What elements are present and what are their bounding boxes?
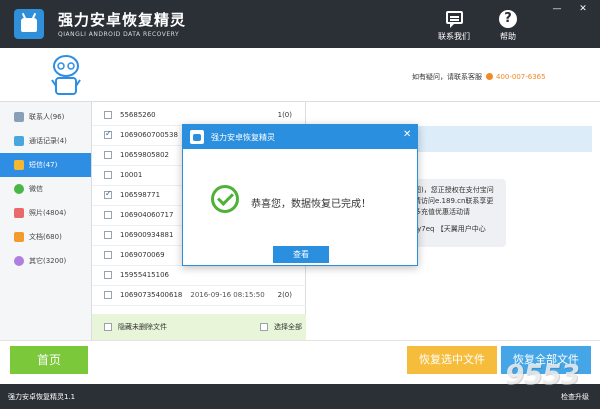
window-close-button[interactable]: ✕: [577, 4, 589, 14]
dialog-message: 恭喜您，数据恢复已完成！: [251, 199, 371, 210]
sender-number: 55685260: [120, 110, 156, 119]
sidebar-item-wechat[interactable]: 微信: [0, 177, 91, 201]
list-item[interactable]: 55685260 1(0): [92, 104, 306, 126]
sidebar-item-contacts[interactable]: 联系人(96): [0, 105, 91, 129]
hotline-info: 如有疑问，请联系客服 400-007-6365: [412, 72, 546, 82]
sidebar-item-other[interactable]: 其它(3200): [0, 249, 91, 273]
contact-us-button[interactable]: 联系我们: [432, 10, 476, 42]
question-mark-icon: ?: [499, 10, 517, 28]
list-footer: 隐藏未删除文件 选择全部: [92, 314, 306, 340]
documents-icon: [14, 232, 24, 242]
message-text: 图)，您正授权在支付宝问请访问e.189.cn联系享更多充值优惠活动请: [414, 186, 494, 216]
row-checkbox[interactable]: [104, 189, 112, 199]
row-checkbox[interactable]: [104, 129, 112, 139]
sidebar-item-photos[interactable]: 照片(4804): [0, 201, 91, 225]
hotline-text: 如有疑问，请联系客服: [412, 73, 482, 81]
sms-icon: [14, 160, 24, 170]
view-button[interactable]: 查看: [273, 246, 329, 263]
wechat-icon: [14, 184, 24, 194]
sender-number: 106904060717: [120, 210, 174, 219]
sender-number: 106598771: [120, 190, 161, 199]
sidebar-item-sms[interactable]: 短信(47): [0, 153, 91, 177]
sidebar-item-label: 文档(680): [29, 233, 62, 241]
message-text-line: Vfy7eq 【天翼用户中心: [410, 225, 486, 233]
sender-number: 10001: [120, 170, 143, 179]
sender-number: 10659805802: [120, 150, 169, 159]
sender-number: 10690735400618: [120, 290, 183, 299]
contacts-icon: [14, 112, 24, 122]
sidebar-item-documents[interactable]: 文档(680): [0, 225, 91, 249]
hide-undeleted-label: 隐藏未删除文件: [118, 323, 167, 331]
row-checkbox[interactable]: [104, 150, 112, 159]
recover-selected-button[interactable]: 恢复选中文件: [407, 346, 497, 374]
sidebar-item-label: 其它(3200): [29, 257, 67, 265]
dialog-close-icon[interactable]: ✕: [403, 129, 411, 140]
robot-mascot-icon: [51, 55, 81, 95]
hide-undeleted-checkbox[interactable]: [104, 323, 112, 331]
app-logo-icon: [190, 130, 204, 144]
sidebar-item-label: 微信: [29, 185, 43, 193]
sidebar-item-call-log[interactable]: 通话记录(4): [0, 129, 91, 153]
app-subtitle: QIANGLI ANDROID DATA RECOVERY: [58, 31, 180, 38]
detail-header-strip: [416, 126, 592, 152]
other-icon: [14, 256, 24, 266]
hotline-number: 400-007-6365: [496, 73, 546, 81]
sender-number: 106900934881: [120, 230, 174, 239]
sender-number: 1069070069: [120, 250, 165, 259]
row-checkbox[interactable]: [104, 110, 112, 119]
row-checkbox[interactable]: [104, 290, 112, 299]
phone-icon: [486, 73, 493, 80]
sender-number: 15955415106: [120, 270, 169, 279]
select-all-checkbox[interactable]: [260, 323, 268, 331]
title-bar: 强力安卓恢复精灵 QIANGLI ANDROID DATA RECOVERY 联…: [0, 0, 600, 48]
select-all-label: 选择全部: [274, 323, 302, 331]
category-sidebar: 联系人(96) 通话记录(4) 短信(47) 微信 照片(4804) 文档(68…: [0, 102, 92, 340]
banner: 如有疑问，请联系客服 400-007-6365: [0, 48, 600, 102]
message-count: 2(0): [277, 290, 292, 299]
call-log-icon: [14, 136, 24, 146]
row-checkbox[interactable]: [104, 250, 112, 259]
sidebar-item-label: 短信(47): [29, 161, 58, 169]
photos-icon: [14, 208, 24, 218]
row-checkbox[interactable]: [104, 210, 112, 219]
contact-us-label: 联系我们: [438, 32, 470, 41]
dialog-title-bar: 强力安卓恢复精灵 ✕: [183, 125, 417, 149]
chat-bubble-icon: [446, 11, 463, 28]
row-checkbox[interactable]: [104, 270, 112, 279]
row-checkbox[interactable]: [104, 230, 112, 239]
list-item[interactable]: 15955415106: [92, 264, 306, 286]
message-timestamp: 2016-09-16 08:15:50: [190, 290, 265, 299]
sender-number: 1069060700538: [120, 130, 178, 139]
help-label: 帮助: [500, 32, 516, 41]
dialog-title: 强力安卓恢复精灵: [211, 133, 275, 142]
success-check-icon: [211, 185, 239, 213]
sidebar-item-label: 通话记录(4): [29, 137, 67, 145]
minimize-button[interactable]: —: [551, 4, 563, 14]
select-all-control[interactable]: 选择全部: [260, 322, 302, 332]
message-count: 1(0): [277, 110, 292, 119]
check-update-link[interactable]: 检查升级: [561, 392, 589, 402]
sidebar-item-label: 照片(4804): [29, 209, 67, 217]
app-title: 强力安卓恢复精灵: [58, 11, 187, 29]
help-button[interactable]: ? 帮助: [490, 10, 526, 42]
home-button[interactable]: 首页: [10, 346, 88, 374]
list-item[interactable]: 10690735400618 2016-09-16 08:15:50 2(0): [92, 284, 306, 306]
sidebar-item-label: 联系人(96): [29, 113, 65, 121]
android-app-logo-icon: [14, 9, 44, 39]
version-text: 强力安卓恢复精灵1.1: [8, 393, 76, 401]
recovery-complete-dialog: 强力安卓恢复精灵 ✕ 恭喜您，数据恢复已完成！ 查看: [182, 124, 418, 266]
site-watermark: 9553: [505, 358, 580, 391]
row-checkbox[interactable]: [104, 170, 112, 179]
